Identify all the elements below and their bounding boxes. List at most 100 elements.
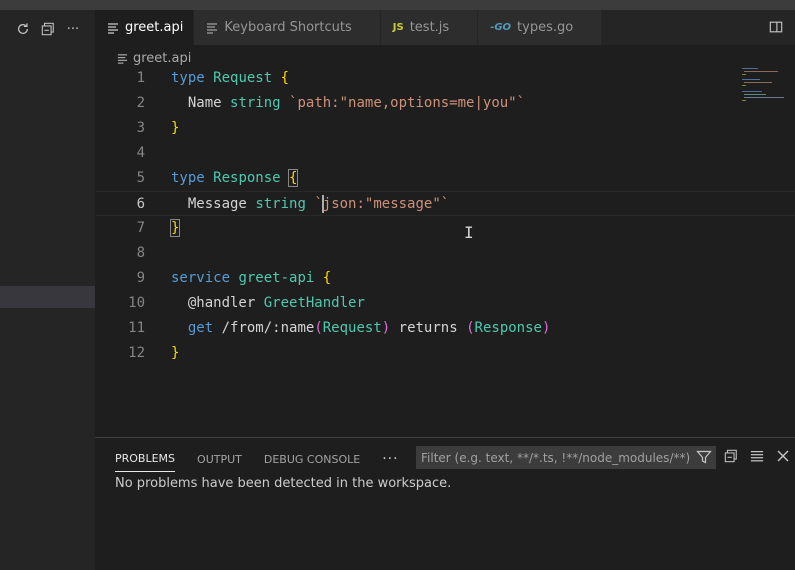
field-name: Message bbox=[187, 196, 247, 212]
problems-filter-input[interactable]: Filter (e.g. text, **/*.ts, !**/node_mod… bbox=[416, 446, 716, 469]
line-number: 7 bbox=[136, 220, 145, 236]
code-line: 11 get /from/:name(Request) returns (Res… bbox=[95, 316, 795, 341]
panel-more-icon[interactable]: ··· bbox=[382, 451, 398, 467]
field-type: string bbox=[255, 196, 306, 212]
collapse-all-button[interactable] bbox=[40, 21, 56, 37]
bracket: } bbox=[171, 120, 180, 136]
code-line: 9 service greet-api { bbox=[95, 266, 795, 291]
line-number: 4 bbox=[136, 145, 145, 161]
code-line: 5 type Response { bbox=[95, 166, 795, 191]
keyword: type bbox=[171, 70, 205, 86]
code-editor[interactable]: 1 type Request { 2 Name string `path:"na… bbox=[95, 66, 795, 366]
tab-types-go[interactable]: -GO types.go bbox=[478, 10, 603, 45]
filter-placeholder: Filter (e.g. text, **/*.ts, !**/node_mod… bbox=[421, 450, 691, 465]
handler-name: GreetHandler bbox=[263, 295, 365, 311]
collapse-all-icon bbox=[41, 22, 54, 36]
view-as-list-button[interactable] bbox=[749, 448, 765, 464]
keyword: service bbox=[171, 270, 231, 286]
tab-debug-console[interactable]: DEBUG CONSOLE bbox=[264, 446, 360, 472]
list-icon bbox=[750, 451, 764, 462]
code-line: 8 bbox=[95, 241, 795, 266]
line-number: 12 bbox=[128, 345, 145, 361]
code-line: 7 } bbox=[95, 216, 795, 241]
split-editor-button[interactable] bbox=[769, 19, 785, 35]
bracket: ( bbox=[314, 320, 323, 336]
tab-bar: greet.api Keyboard Shortcuts JS test.js … bbox=[95, 10, 795, 45]
bracket: ) bbox=[541, 320, 551, 336]
keyword: type bbox=[171, 170, 205, 186]
code-line: 2 Name string `path:"name,options=me|you… bbox=[95, 91, 795, 116]
lines-icon bbox=[206, 22, 218, 34]
struct-tag: json:"message"` bbox=[322, 196, 450, 212]
code-line: 4 bbox=[95, 141, 795, 166]
sidebar-selected-item[interactable] bbox=[0, 286, 95, 308]
bracket-matched: { bbox=[287, 169, 299, 187]
type-name: Request bbox=[213, 70, 273, 86]
annotation: @handler bbox=[187, 295, 256, 311]
tab-label: types.go bbox=[517, 20, 574, 35]
tab-label: Keyboard Shortcuts bbox=[224, 20, 352, 35]
returns-keyword: returns bbox=[398, 320, 458, 336]
editor-area: greet.api Keyboard Shortcuts JS test.js … bbox=[95, 10, 795, 437]
line-number: 6 bbox=[136, 196, 145, 212]
sidebar: ··· bbox=[0, 10, 95, 570]
request-type: Request bbox=[322, 320, 382, 336]
line-number: 2 bbox=[136, 95, 145, 111]
tab-test-js[interactable]: JS test.js bbox=[380, 10, 479, 45]
route-path: /from/:name bbox=[221, 320, 315, 336]
tab-problems[interactable]: PROBLEMS bbox=[115, 446, 176, 472]
js-icon: JS bbox=[392, 22, 404, 33]
split-editor-icon bbox=[769, 21, 783, 33]
bracket: } bbox=[171, 345, 180, 361]
collapse-all-icon bbox=[724, 449, 737, 463]
sidebar-more-button[interactable]: ··· bbox=[65, 21, 81, 37]
bracket: ) bbox=[381, 320, 391, 336]
struct-tag: `path:"name,options=me|you"` bbox=[289, 95, 526, 111]
breadcrumb-file: greet.api bbox=[133, 50, 192, 66]
tab-keyboard-shortcuts[interactable]: Keyboard Shortcuts bbox=[194, 10, 381, 45]
line-number: 5 bbox=[136, 170, 145, 186]
filter-icon bbox=[696, 450, 712, 464]
close-panel-button[interactable] bbox=[775, 448, 791, 464]
code-line: 12 } bbox=[95, 341, 795, 366]
type-name: Response bbox=[213, 170, 281, 186]
service-name: greet-api bbox=[238, 270, 315, 286]
bracket: ( bbox=[466, 320, 475, 336]
field-type: string bbox=[230, 95, 281, 111]
line-number: 1 bbox=[136, 70, 145, 86]
tab-output[interactable]: OUTPUT bbox=[197, 446, 242, 472]
bracket: { bbox=[322, 270, 332, 286]
field-name: Name bbox=[187, 95, 222, 111]
lines-icon bbox=[117, 53, 128, 64]
bracket: { bbox=[280, 70, 290, 86]
collapse-all-button[interactable] bbox=[723, 448, 739, 464]
refresh-icon bbox=[18, 23, 28, 34]
code-line: 1 type Request { bbox=[95, 66, 795, 91]
minimap[interactable] bbox=[740, 66, 788, 106]
code-line-current: 6 Message string `json:"message"` bbox=[95, 191, 795, 216]
line-number: 9 bbox=[136, 270, 145, 286]
code-line: 3 } bbox=[95, 116, 795, 141]
problems-message: No problems have been detected in the wo… bbox=[115, 476, 452, 491]
panel-tabs: PROBLEMS OUTPUT DEBUG CONSOLE ··· bbox=[115, 446, 399, 472]
sidebar-toolbar: ··· bbox=[0, 18, 95, 40]
more-icon: ··· bbox=[66, 21, 80, 37]
refresh-button[interactable] bbox=[15, 21, 31, 37]
line-number: 3 bbox=[136, 120, 145, 136]
code-line: 10 @handler GreetHandler bbox=[95, 291, 795, 316]
bottom-panel: PROBLEMS OUTPUT DEBUG CONSOLE ··· Filter… bbox=[95, 437, 795, 570]
tab-greet-api[interactable]: greet.api bbox=[95, 10, 195, 45]
line-number: 11 bbox=[128, 320, 145, 336]
ibeam-cursor-icon: I bbox=[464, 223, 474, 242]
bracket-matched: } bbox=[169, 219, 181, 237]
http-method: get bbox=[187, 320, 214, 336]
panel-actions bbox=[723, 448, 791, 464]
title-bar-strip bbox=[0, 0, 795, 10]
filter-button[interactable] bbox=[696, 449, 712, 465]
tab-label: greet.api bbox=[125, 20, 184, 35]
line-number: 8 bbox=[136, 245, 145, 261]
go-icon: -GO bbox=[490, 22, 512, 33]
line-number: 10 bbox=[128, 295, 145, 311]
response-type: Response bbox=[474, 320, 542, 336]
lines-icon bbox=[107, 22, 119, 34]
